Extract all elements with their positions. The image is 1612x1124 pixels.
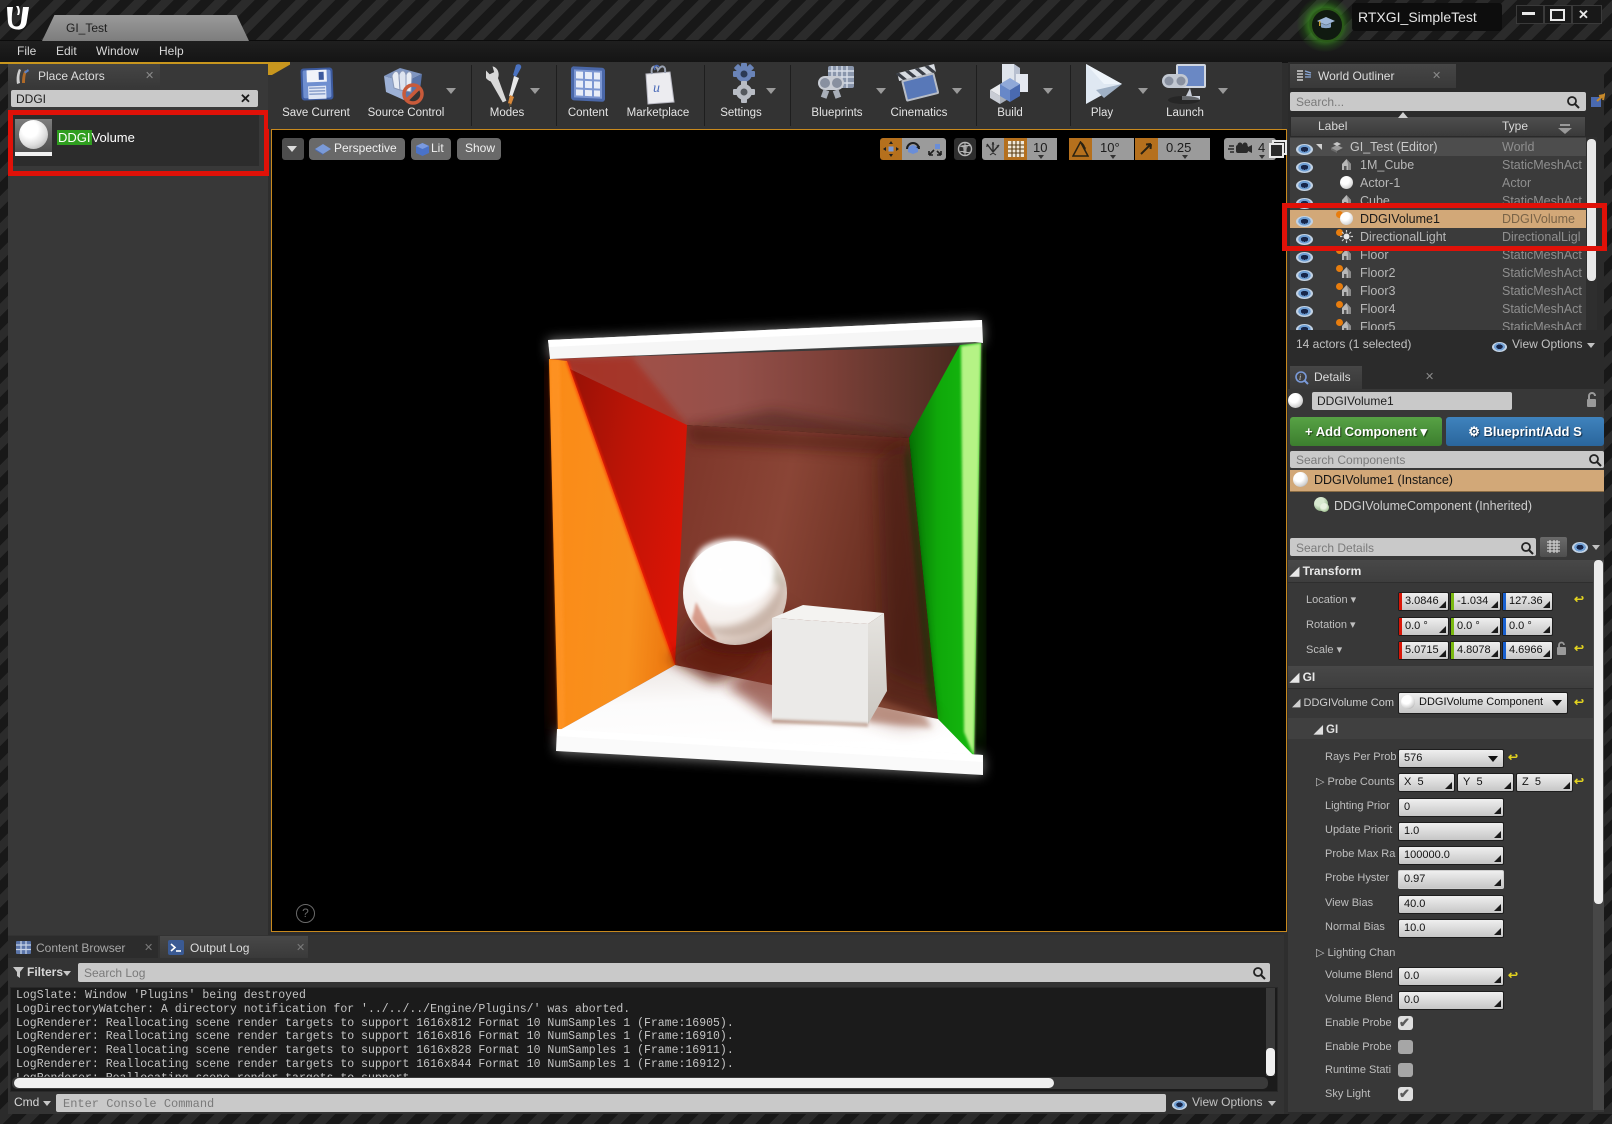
svg-text:u: u bbox=[653, 81, 660, 96]
svg-text:i: i bbox=[1299, 373, 1301, 382]
